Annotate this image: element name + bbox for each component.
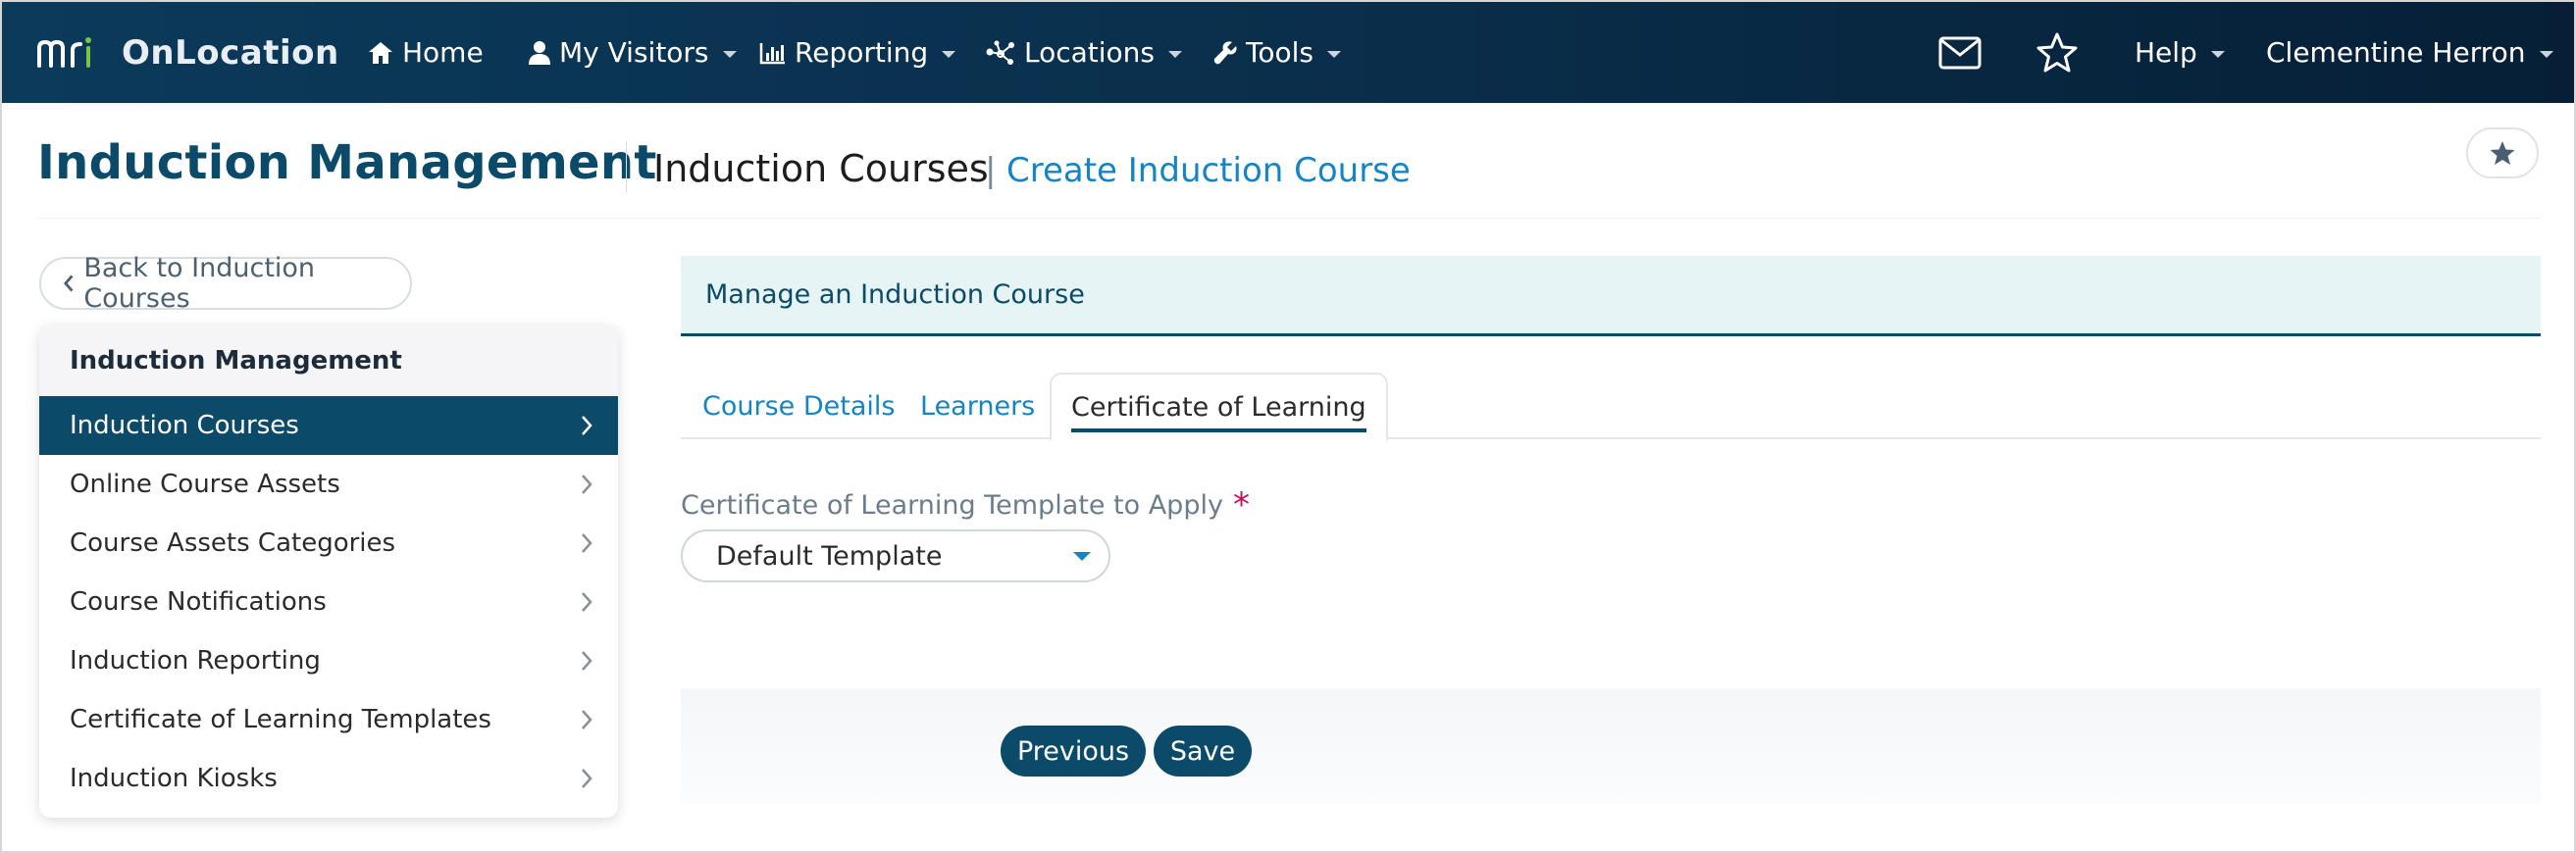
chevron-down-icon <box>1326 51 1341 58</box>
nav-my-visitors-label: My Visitors <box>559 36 709 69</box>
nav-locations[interactable]: Locations <box>985 2 1183 103</box>
sidebar-item-online-course-assets[interactable]: Online Course Assets <box>39 455 618 514</box>
chevron-right-icon <box>581 474 592 495</box>
panel-title: Manage an Induction Course <box>681 256 2541 336</box>
sidebar-item-label: Course Notifications <box>70 587 327 617</box>
mail-icon <box>1938 36 1982 69</box>
chevron-down-icon <box>2539 51 2553 58</box>
brand[interactable]: OnLocation <box>37 2 339 103</box>
sidebar-item-course-assets-categories[interactable]: Course Assets Categories <box>39 514 618 573</box>
nav-reporting[interactable]: Reporting <box>759 2 956 103</box>
chevron-down-icon <box>722 51 737 58</box>
page-title: Induction Management <box>37 135 657 190</box>
wrench-icon <box>1213 40 1237 64</box>
mri-logo <box>37 36 104 70</box>
template-select-value: Default Template <box>716 540 943 572</box>
sidebar-item-course-notifications[interactable]: Course Notifications <box>39 573 618 631</box>
top-navigation-bar: OnLocation Home My Visitors Reporting Lo… <box>2 2 2574 103</box>
nav-home[interactable]: Home <box>367 2 484 103</box>
header-divider <box>626 142 627 193</box>
sidebar-item-label: Induction Courses <box>70 411 299 440</box>
tab-label: Course Details <box>702 390 896 422</box>
chevron-down-icon <box>2210 51 2225 58</box>
sidebar-menu: Induction Management Induction Courses O… <box>39 326 618 818</box>
nav-help[interactable]: Help <box>2135 2 2225 103</box>
chevron-right-icon <box>581 768 592 789</box>
course-tabs: Course Details Learners Certificate of L… <box>681 373 2541 441</box>
chevron-right-icon <box>581 591 592 613</box>
messages-button[interactable] <box>1938 2 1982 103</box>
nav-home-label: Home <box>402 36 484 69</box>
star-icon <box>2036 32 2078 72</box>
home-icon <box>369 41 392 64</box>
previous-button[interactable]: Previous <box>1001 726 1146 777</box>
sidebar-item-induction-reporting[interactable]: Induction Reporting <box>39 631 618 690</box>
back-button-label: Back to Induction Courses <box>83 253 316 314</box>
user-name: Clementine Herron <box>2266 36 2526 69</box>
network-icon <box>986 40 1014 65</box>
favorites-button[interactable] <box>2035 2 2080 103</box>
nav-reporting-label: Reporting <box>795 36 929 69</box>
breadcrumb-separator: | <box>985 151 997 190</box>
nav-tools-label: Tools <box>1246 36 1314 69</box>
back-to-induction-courses-button[interactable]: Back to Induction Courses <box>39 253 412 314</box>
template-field-label: Certificate of Learning Template to Appl… <box>681 485 1250 525</box>
sidebar-item-label: Certificate of Learning Templates <box>70 705 491 734</box>
star-filled-icon <box>2490 140 2515 165</box>
chevron-down-icon <box>1168 51 1183 58</box>
sidebar-item-label: Online Course Assets <box>70 470 340 499</box>
chevron-right-icon <box>581 415 592 436</box>
chevron-right-icon <box>581 650 592 672</box>
sidebar-item-label: Induction Reporting <box>70 646 321 676</box>
required-marker: * <box>1232 485 1250 525</box>
sidebar-item-certificate-of-learning-templates[interactable]: Certificate of Learning Templates <box>39 690 618 749</box>
header-rule <box>37 218 2541 219</box>
sidebar-item-label: Induction Kiosks <box>70 764 278 793</box>
chevron-right-icon <box>581 709 592 730</box>
save-button[interactable]: Save <box>1154 726 1252 777</box>
sidebar-heading: Induction Management <box>39 326 618 396</box>
sidebar-item-induction-courses[interactable]: Induction Courses <box>39 396 618 455</box>
tab-course-details[interactable]: Course Details <box>702 373 895 439</box>
tab-label: Certificate of Learning <box>1071 392 1366 432</box>
caret-down-icon <box>1073 552 1091 561</box>
user-menu[interactable]: Clementine Herron <box>2266 2 2553 103</box>
sidebar-item-label: Course Assets Categories <box>70 528 396 558</box>
chevron-right-icon <box>581 532 592 554</box>
nav-help-label: Help <box>2135 36 2197 69</box>
favorite-page-button[interactable] <box>2466 127 2539 178</box>
nav-tools[interactable]: Tools <box>1212 2 1341 103</box>
sidebar-item-induction-kiosks[interactable]: Induction Kiosks <box>39 749 618 808</box>
tab-label: Learners <box>920 390 1036 422</box>
chevron-down-icon <box>942 51 956 58</box>
nav-locations-label: Locations <box>1024 36 1156 69</box>
breadcrumb-current: Induction Courses <box>653 147 989 190</box>
bar-chart-icon <box>759 42 785 64</box>
tab-certificate-of-learning[interactable]: Certificate of Learning <box>1050 373 1388 441</box>
nav-my-visitors[interactable]: My Visitors <box>528 2 737 103</box>
template-label-text: Certificate of Learning Template to Appl… <box>681 490 1223 521</box>
template-select[interactable]: Default Template <box>681 529 1110 582</box>
chevron-left-icon <box>63 275 74 292</box>
brand-name: OnLocation <box>122 32 339 73</box>
breadcrumb-create-induction-course[interactable]: Create Induction Course <box>1006 151 1411 190</box>
user-icon <box>529 40 550 65</box>
form-footer <box>681 688 2541 804</box>
tab-learners[interactable]: Learners <box>920 373 1035 439</box>
